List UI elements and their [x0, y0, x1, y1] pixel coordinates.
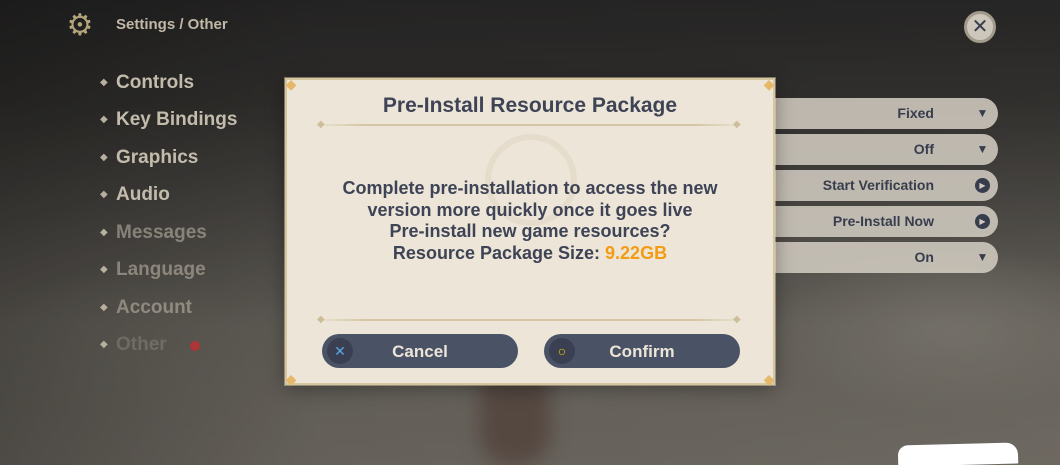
size-label: Resource Package Size: [392, 242, 606, 263]
redaction-scribble [897, 442, 1019, 465]
divider-ornament-icon: ◆ [317, 119, 325, 130]
dialog-title: Pre-Install Resource Package [382, 94, 678, 117]
cancel-label: Cancel [392, 342, 448, 361]
divider-ornament-icon: ◆ [733, 314, 741, 325]
divider-ornament-icon: ◆ [733, 119, 741, 130]
message-line: version more quickly once it goes live [367, 199, 693, 220]
corner-ornament-icon: ◆ [763, 371, 775, 387]
resource-size-line: Resource Package Size: 9.22GB [307, 243, 753, 265]
message-line: Complete pre-installation to access the … [342, 178, 718, 198]
pre-install-dialog: ◆ ◆ ◆ ◆ Pre-Install Resource Package ◆ ◆… [285, 76, 775, 387]
divider: ◆ ◆ [313, 119, 747, 130]
divider-ornament-icon: ◆ [317, 314, 325, 325]
size-value: 9.22GB [605, 242, 668, 263]
corner-ornament-icon: ◆ [763, 76, 775, 92]
confirm-label: Confirm [609, 342, 675, 361]
corner-ornament-icon: ◆ [285, 371, 297, 387]
cancel-button[interactable]: ✕ Cancel [322, 334, 518, 368]
divider: ◆ ◆ [313, 314, 747, 325]
message-line: Pre-install new game resources? [389, 221, 671, 241]
dialog-message: Complete pre-installation to access the … [307, 178, 753, 264]
confirm-button[interactable]: ○ Confirm [544, 334, 740, 368]
corner-ornament-icon: ◆ [285, 76, 297, 92]
